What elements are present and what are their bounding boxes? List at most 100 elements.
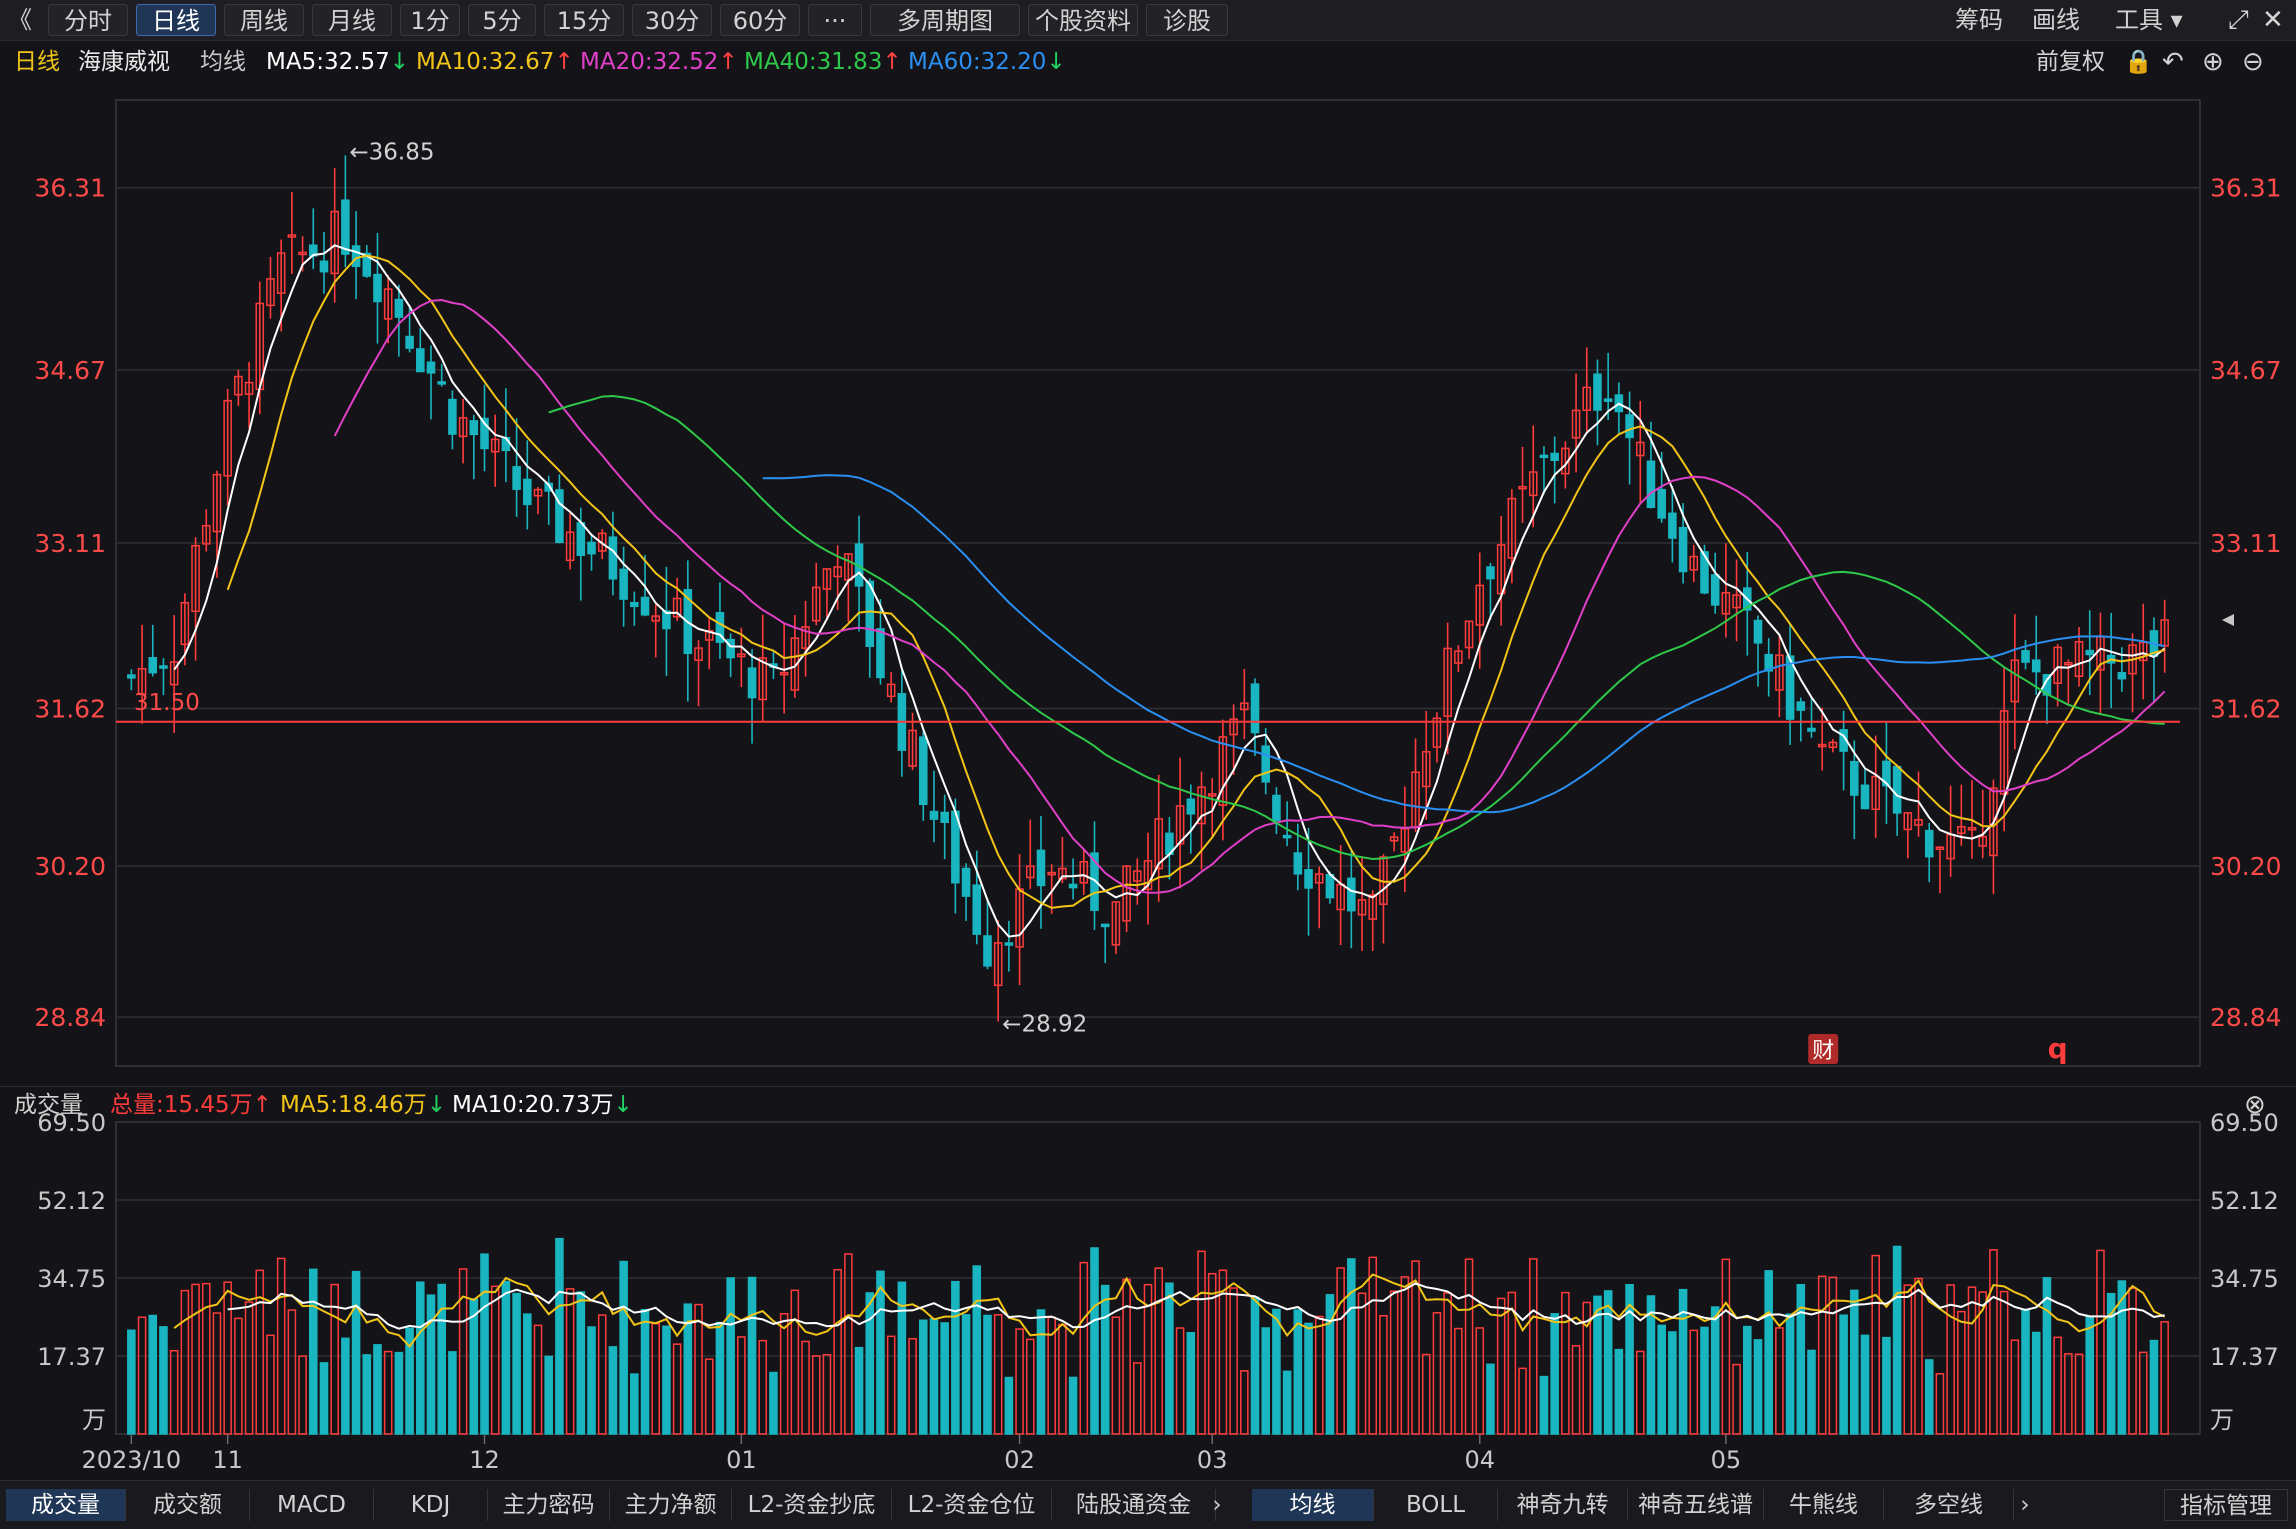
volume-label[interactable]: 成交量 [14, 1087, 83, 1123]
volume-bar [1389, 1290, 1399, 1435]
indicator-tab-7[interactable]: L2-资金仓位 [892, 1489, 1052, 1521]
chevron-right-icon[interactable]: › [2010, 1489, 2040, 1521]
period-button-5[interactable]: 5分 [468, 4, 536, 36]
volume-bar [490, 1285, 500, 1435]
volume-bar [630, 1373, 639, 1435]
period-button-3[interactable]: 月线 [312, 4, 392, 36]
chips-button[interactable]: 筹码 [1955, 4, 2003, 36]
lock-icon[interactable]: 🔒 [2124, 44, 2153, 80]
close-icon[interactable]: ✕ [2262, 4, 2284, 36]
candle-body [1411, 771, 1420, 829]
candle-body [587, 541, 596, 555]
period-button-6[interactable]: 15分 [544, 4, 624, 36]
candle-body [908, 729, 917, 767]
indicator-tab-1[interactable]: 成交额 [126, 1489, 250, 1521]
zoom-out-icon[interactable]: ⊖ [2242, 44, 2264, 80]
period-button-9[interactable]: ··· [808, 4, 862, 36]
volume-bar [1122, 1278, 1131, 1435]
volume-bar [1486, 1363, 1495, 1435]
volume-bar [704, 1358, 714, 1435]
volume-ma5: MA5:18.46万↓ [280, 1092, 447, 1118]
candle-body [1175, 805, 1185, 845]
indicator-tab-5[interactable]: 主力净额 [610, 1489, 732, 1521]
period-button-7[interactable]: 30分 [632, 4, 712, 36]
adjust-select[interactable]: 前复权 [2036, 44, 2105, 80]
volume-bar [651, 1322, 661, 1435]
overlay-tab-4[interactable]: 牛熊线 [1764, 1489, 1884, 1521]
volume-bar [1582, 1301, 1592, 1435]
draw-button[interactable]: 画线 [2032, 4, 2080, 36]
undo-icon[interactable]: ↶ [2162, 44, 2184, 80]
candle-body [2096, 636, 2105, 671]
volume-bar [1143, 1283, 1153, 1435]
candle-body [1967, 826, 1977, 831]
period-button-8[interactable]: 60分 [720, 4, 800, 36]
ma-label[interactable]: 均线 [200, 44, 246, 80]
period-button-10[interactable]: 多周期图 [870, 4, 1020, 36]
volume-tick-left: 34.75 [37, 1265, 106, 1293]
indicator-tab-8[interactable]: 陆股通资金 [1052, 1489, 1216, 1521]
volume-bar [1518, 1367, 1527, 1435]
candle-body [715, 612, 725, 643]
candle-body [1133, 870, 1142, 882]
price-tick-right: 33.11 [2210, 529, 2282, 558]
overlay-tab-5[interactable]: 多空线 [1884, 1489, 2014, 1521]
overlay-tab-0[interactable]: 均线 [1252, 1489, 1374, 1521]
volume-bar [715, 1321, 725, 1435]
candle-body [1775, 654, 1784, 691]
overlay-tab-2[interactable]: 神奇九转 [1498, 1489, 1628, 1521]
overlay-tab-1[interactable]: BOLL [1374, 1489, 1498, 1521]
volume-bar [811, 1355, 821, 1435]
candle-body [1111, 901, 1121, 946]
indicator-tab-3[interactable]: KDJ [374, 1489, 488, 1521]
period-button-12[interactable]: 诊股 [1146, 4, 1228, 36]
volume-bar [1646, 1295, 1656, 1435]
volume-bar [1240, 1370, 1249, 1435]
zoom-in-icon[interactable]: ⊕ [2202, 44, 2224, 80]
volume-bar [1379, 1314, 1388, 1435]
stock-name[interactable]: 海康威视 [78, 44, 170, 80]
candle-body [662, 610, 671, 630]
ma40-value: MA40:31.83↑ [744, 49, 902, 75]
candle-body [576, 522, 586, 557]
candle-body [619, 568, 628, 600]
volume-bar [1272, 1308, 1281, 1435]
back-icon[interactable]: 《 [8, 4, 32, 36]
volume-bar [983, 1314, 992, 1435]
x-tick-label: 01 [726, 1446, 757, 1474]
indicator-tab-2[interactable]: MACD [250, 1489, 374, 1521]
volume-bar [1293, 1309, 1303, 1435]
indicator-tab-6[interactable]: L2-资金抄底 [732, 1489, 892, 1521]
candle-body [1850, 760, 1859, 796]
period-button-2[interactable]: 周线 [224, 4, 304, 36]
candle-body [1657, 489, 1666, 519]
candle-body [1293, 852, 1303, 875]
period-button-0[interactable]: 分时 [48, 4, 128, 36]
period-button-11[interactable]: 个股资料 [1028, 4, 1138, 36]
candle-body [2138, 641, 2148, 662]
chevron-right-icon[interactable]: › [1202, 1489, 1232, 1521]
period-button-4[interactable]: 1分 [400, 4, 460, 36]
candle-body [1379, 856, 1388, 905]
candle-body [961, 867, 971, 897]
candle-body [854, 543, 864, 587]
indicator-tab-4[interactable]: 主力密码 [488, 1489, 610, 1521]
arrow-down-icon: ↓ [389, 49, 410, 75]
candle-body [394, 298, 404, 318]
kline-chart[interactable]: 36.31 36.31 34.67 34.67 33.11 33.11 31.62 31.62… [0, 0, 2296, 1528]
candle-body [1796, 701, 1806, 711]
volume-bar [512, 1292, 521, 1435]
candle-body [1764, 653, 1773, 672]
volume-bar [2074, 1353, 2084, 1435]
close-indicator-icon[interactable]: ⊗ [2244, 1087, 2266, 1123]
indicator-tab-0[interactable]: 成交量 [6, 1489, 126, 1521]
expand-icon[interactable]: ⤢ [2228, 4, 2249, 36]
candle-body [2064, 661, 2073, 666]
overlay-tab-3[interactable]: 神奇五线谱 [1628, 1489, 1764, 1521]
indicator-manage-button[interactable]: 指标管理 [2164, 1489, 2288, 1521]
tools-button[interactable]: 工具 ▾ [2115, 4, 2183, 36]
candle-body [2085, 649, 2095, 656]
candle-body [1464, 620, 1474, 649]
candle-body [437, 381, 446, 385]
period-button-1[interactable]: 日线 [136, 4, 216, 36]
